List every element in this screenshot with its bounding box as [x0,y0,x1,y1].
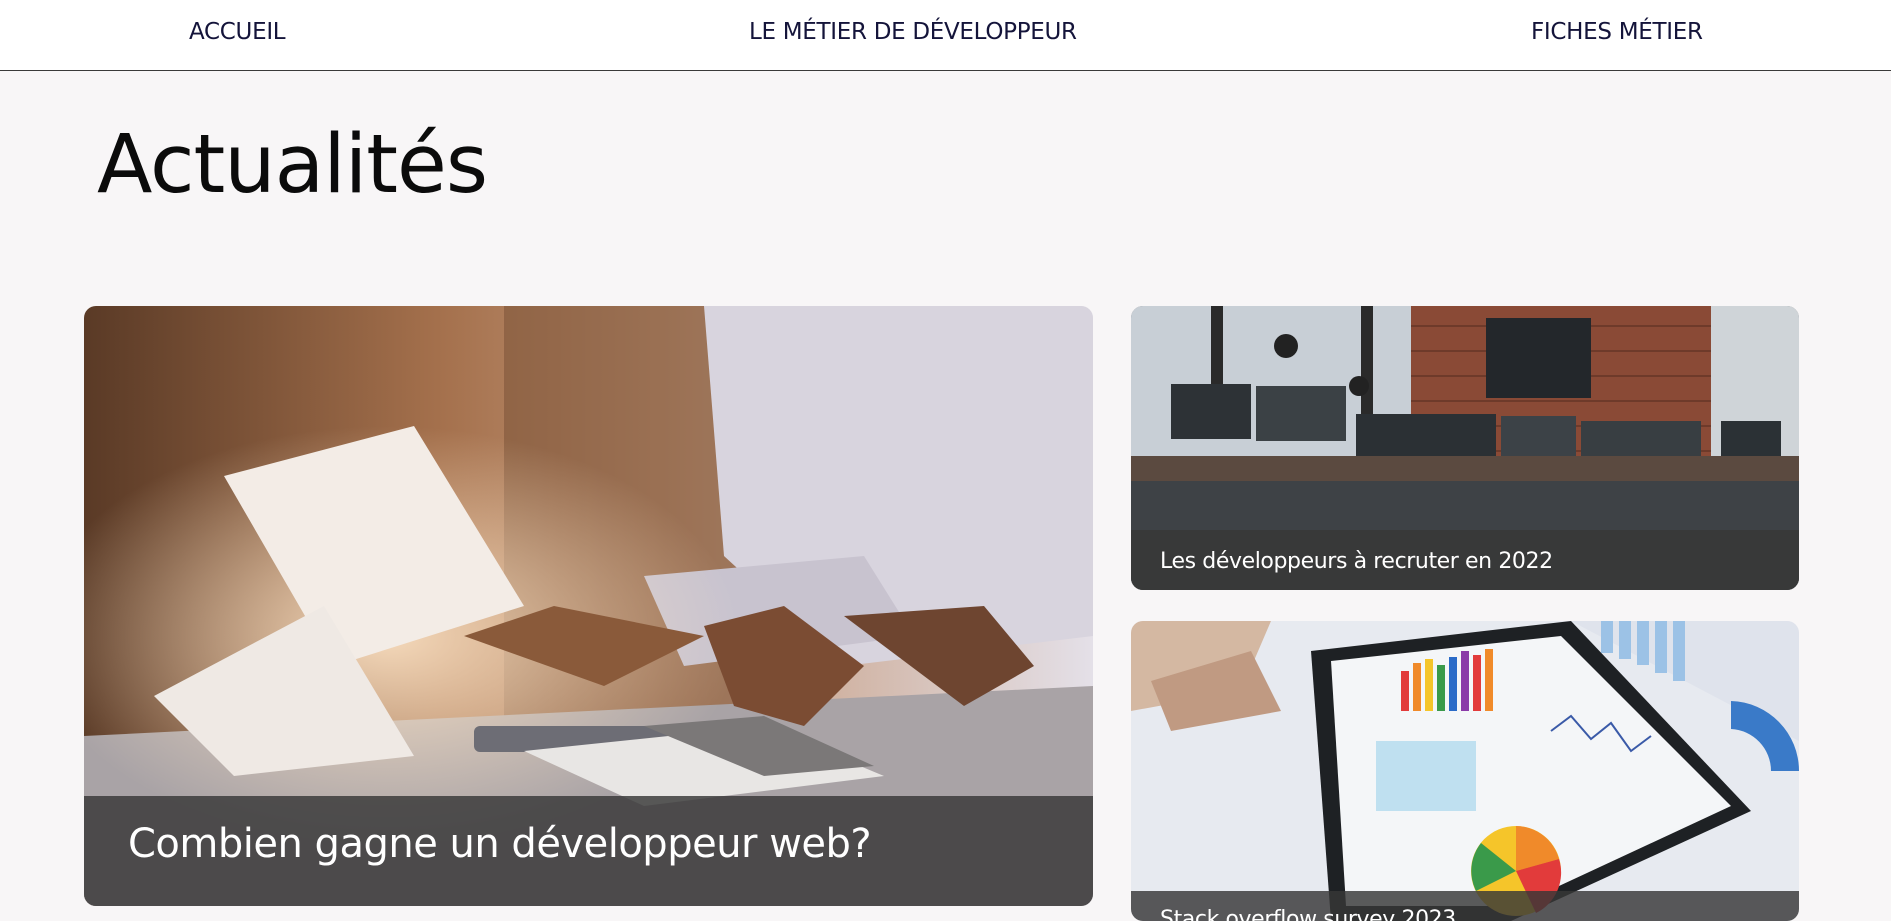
article-title: Les développeurs à recruter en 2022 [1131,530,1799,590]
nav-item-fiches-metier[interactable]: FICHES MÉTIER [1531,19,1703,45]
top-navigation: ACCUEIL LE MÉTIER DE DÉVELOPPEUR FICHES … [0,0,1891,71]
nav-item-accueil[interactable]: ACCUEIL [189,19,286,45]
article-card-stackoverflow[interactable]: Stack overflow survey 2023 [1131,621,1799,921]
nav-item-metier-developpeur[interactable]: LE MÉTIER DE DÉVELOPPEUR [749,19,1077,45]
article-card-featured[interactable]: Combien gagne un développeur web? [84,306,1093,906]
page-title: Actualités [97,118,488,212]
article-card-recruitment[interactable]: Les développeurs à recruter en 2022 [1131,306,1799,590]
article-title: Combien gagne un développeur web? [84,796,1093,906]
tablet-charts-photo [1131,621,1799,921]
article-title: Stack overflow survey 2023 [1131,891,1799,921]
